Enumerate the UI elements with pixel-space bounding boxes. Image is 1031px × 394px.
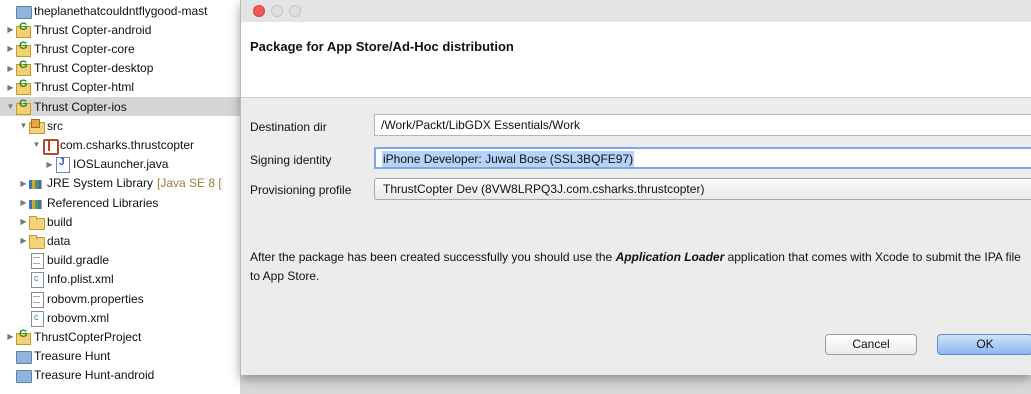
tree-item[interactable]: Treasure Hunt [0, 347, 240, 366]
ok-button[interactable]: OK [937, 334, 1031, 355]
collapsed-arrow-icon[interactable]: ▶ [18, 198, 29, 207]
tree-item[interactable]: ▶ Thrust Copter-desktop [0, 59, 240, 78]
tree-item-label: IOSLauncher.java [73, 157, 169, 172]
tree-item-label: data [47, 233, 71, 248]
tree-item[interactable]: ▶ build [0, 212, 240, 231]
tree-item-label: ThrustCopterProject [34, 329, 142, 344]
application-loader-text: Application Loader [615, 250, 725, 264]
file-icon [29, 253, 44, 270]
tree-item[interactable]: ▼ src [0, 116, 240, 135]
tree-item[interactable]: ▶ Thrust Copter-html [0, 78, 240, 97]
folder-blue-icon [16, 349, 32, 365]
signing-identity-value: iPhone Developer: Juwal Bose (SSL3BQFE97… [382, 151, 635, 167]
gradle-project-icon [16, 40, 31, 57]
tree-item-label: Treasure Hunt [34, 349, 111, 364]
tree-item-label: theplanethatcouldntflygood-mast [34, 3, 208, 18]
collapsed-arrow-icon[interactable]: ▶ [44, 160, 55, 169]
provisioning-profile-label: Provisioning profile [250, 183, 352, 197]
gradle-project-icon [16, 21, 31, 38]
folder-icon [29, 234, 45, 249]
tree-item-label: build [47, 214, 73, 229]
source-folder-icon [29, 118, 45, 134]
tree-item[interactable]: Info.plist.xml [0, 270, 240, 289]
collapsed-arrow-icon[interactable]: ▶ [5, 44, 16, 53]
signing-identity-label: Signing identity [250, 153, 332, 167]
tree-item[interactable]: ▶ ThrustCopterProject [0, 327, 240, 346]
expanded-arrow-icon[interactable]: ▼ [18, 121, 29, 130]
java-file-icon [55, 157, 70, 174]
tree-item[interactable]: build.gradle [0, 251, 240, 270]
maximize-window-icon[interactable] [289, 5, 301, 17]
expanded-arrow-icon[interactable]: ▼ [5, 102, 16, 111]
gradle-project-icon [16, 328, 31, 345]
gradle-project-icon [16, 59, 31, 77]
tree-item-label: JRE System Library [47, 176, 154, 191]
tree-item[interactable]: ▼ Thrust Copter-ios [0, 97, 240, 116]
tree-item[interactable]: ▶ JRE System Library [Java SE 8 [ [0, 174, 240, 193]
signing-identity-field[interactable]: iPhone Developer: Juwal Bose (SSL3BQFE97… [374, 147, 1031, 169]
tree-item[interactable]: robovm.xml [0, 308, 240, 327]
xml-file-icon [29, 272, 44, 289]
folder-blue-icon [16, 4, 32, 19]
dialog-title: Package for App Store/Ad-Hoc distributio… [250, 39, 514, 54]
folder-blue-icon [16, 368, 32, 384]
gradle-project-icon [16, 98, 31, 115]
package-dialog: Package for App Store/Ad-Hoc distributio… [240, 0, 1031, 375]
tree-item[interactable]: ▶ data [0, 231, 240, 250]
tree-item-label: Thrust Copter-html [34, 80, 135, 95]
tree-item[interactable]: Treasure Hunt-android [0, 366, 240, 385]
expanded-arrow-icon[interactable]: ▼ [31, 140, 42, 149]
tree-item-label: com.csharks.thrustcopter [60, 137, 195, 152]
gradle-project-icon [16, 78, 31, 96]
tree-item[interactable]: ▶ Referenced Libraries [0, 193, 240, 212]
cancel-button[interactable]: Cancel [825, 334, 917, 355]
library-icon [29, 176, 44, 190]
tree-item-label: Thrust Copter-desktop [34, 61, 154, 76]
package-icon [42, 138, 59, 155]
tree-item-label: Thrust Copter-core [34, 41, 135, 56]
dialog-titlebar [241, 0, 1031, 22]
tree-item-label: src [47, 118, 63, 133]
tree-item-label: Info.plist.xml [47, 272, 114, 287]
tree-item[interactable]: ▶ IOSLauncher.java [0, 155, 240, 174]
tree-item-label: Referenced Libraries [47, 195, 159, 210]
minimize-window-icon[interactable] [271, 5, 283, 17]
info-text-start: After the package has been created succe… [250, 250, 616, 264]
collapsed-arrow-icon[interactable]: ▶ [18, 217, 29, 226]
tree-item[interactable]: ▼ com.csharks.thrustcopter [0, 135, 240, 155]
tree-item-label: build.gradle [47, 253, 110, 268]
xml-file-icon [29, 310, 44, 327]
tree-item[interactable]: ▶ Thrust Copter-android [0, 20, 240, 39]
tree-item-label: Thrust Copter-android [34, 22, 152, 37]
tree-item-label: Treasure Hunt-android [34, 368, 155, 383]
info-message: After the package has been created succe… [250, 248, 1030, 286]
folder-icon [29, 215, 45, 230]
collapsed-arrow-icon[interactable]: ▶ [5, 83, 16, 92]
tree-item-label: robovm.properties [47, 291, 144, 306]
tree-item-label: Thrust Copter-ios [34, 99, 127, 114]
dialog-header: Package for App Store/Ad-Hoc distributio… [241, 22, 1031, 98]
close-window-icon[interactable] [253, 5, 265, 17]
file-icon [29, 291, 44, 308]
tree-item[interactable]: theplanethatcouldntflygood-mast [0, 1, 240, 20]
library-icon [29, 196, 44, 210]
tree-item[interactable]: robovm.properties [0, 289, 240, 308]
destination-dir-field[interactable]: /Work/Packt/LibGDX Essentials/Work [374, 114, 1031, 136]
tree-item-decoration: [Java SE 8 [ [157, 176, 222, 191]
tree-item[interactable]: ▶ Thrust Copter-core [0, 39, 240, 58]
collapsed-arrow-icon[interactable]: ▶ [18, 236, 29, 245]
project-explorer-tree: theplanethatcouldntflygood-mast ▶ Thrust C… [0, 0, 240, 394]
collapsed-arrow-icon[interactable]: ▶ [5, 25, 16, 34]
provisioning-profile-select[interactable]: ThrustCopter Dev (8VW8LRPQ3J.com.csharks… [374, 178, 1031, 200]
tree-item-label: robovm.xml [47, 310, 110, 325]
collapsed-arrow-icon[interactable]: ▶ [5, 332, 16, 341]
collapsed-arrow-icon[interactable]: ▶ [5, 64, 16, 73]
destination-dir-label: Destination dir [250, 120, 327, 134]
collapsed-arrow-icon[interactable]: ▶ [18, 179, 29, 188]
